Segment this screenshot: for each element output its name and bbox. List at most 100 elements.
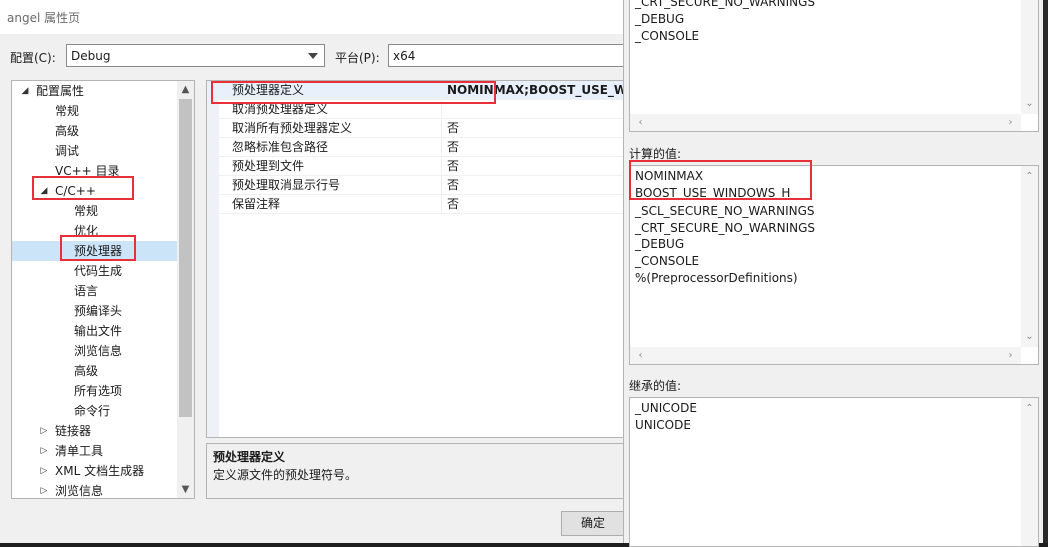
tree-item-precompiled-headers[interactable]: 预编译头 [12, 301, 178, 321]
tree-item-c-cpp[interactable]: ◢ C/C++ [12, 181, 178, 201]
horizontal-scrollbar[interactable]: ‹ › [630, 114, 1021, 131]
tree-item-label: VC++ 目录 [55, 164, 120, 178]
title-bar: angel 属性页 [0, 0, 625, 34]
property-name: 保留注释 [207, 195, 442, 214]
background-edge [1043, 0, 1048, 543]
chevron-up-icon[interactable]: ⌃ [1021, 168, 1038, 185]
settings-tree[interactable]: ◢ 配置属性 常规 高级 调试 VC++ 目录 ◢ C/C++ 常规 优化 预处… [11, 80, 195, 499]
expanded-icon[interactable]: ◢ [19, 81, 31, 101]
chevron-down-icon [308, 53, 318, 59]
definition-line: _CRT_SECURE_NO_WARNINGS [635, 0, 816, 9]
grid-row-preprocess-to-file[interactable]: 预处理到文件 否 [207, 157, 625, 176]
tree-item-linker[interactable]: ▷ 链接器 [12, 421, 178, 441]
chevron-down-icon[interactable]: ▼ [177, 481, 194, 498]
tree-item-browse-information[interactable]: ▷ 浏览信息 [12, 481, 178, 498]
grid-row-keep-comments[interactable]: 保留注释 否 [207, 195, 625, 214]
horizontal-scrollbar[interactable]: ‹ › [630, 347, 1021, 364]
property-value[interactable]: 否 [447, 138, 459, 157]
expanded-icon[interactable]: ◢ [38, 181, 50, 201]
config-value: Debug [71, 49, 111, 63]
property-name: 预处理器定义 [207, 81, 442, 100]
chevron-right-icon[interactable]: › [1002, 114, 1019, 131]
collapsed-icon[interactable]: ▷ [38, 481, 50, 498]
tree-item-output-files[interactable]: 输出文件 [12, 321, 178, 341]
chevron-right-icon[interactable]: › [1002, 347, 1019, 364]
chevron-left-icon[interactable]: ‹ [632, 114, 649, 131]
tree-item-cpp-general[interactable]: 常规 [12, 201, 178, 221]
window-title: angel 属性页 [7, 11, 81, 25]
grid-row-suppress-line-numbers[interactable]: 预处理取消显示行号 否 [207, 176, 625, 195]
chevron-left-icon[interactable]: ‹ [632, 347, 649, 364]
chevron-up-icon[interactable]: ▲ [177, 81, 194, 98]
tree-item-all-options[interactable]: 所有选项 [12, 381, 178, 401]
tree-item-label: 链接器 [55, 424, 92, 438]
tree-item-label: 代码生成 [74, 264, 123, 278]
description-title: 预处理器定义 [213, 450, 286, 464]
tree-item-label: 高级 [55, 124, 80, 138]
tree-item-vc-directories[interactable]: VC++ 目录 [12, 161, 178, 181]
definitions-edit-box[interactable]: _CRT_SECURE_NO_WARNINGS _DEBUG _CONSOLE … [629, 0, 1039, 132]
tree-item-language[interactable]: 语言 [12, 281, 178, 301]
property-grid[interactable]: 预处理器定义 NOMINMAX;BOOST_USE_WIN 取消预处理器定义 取… [206, 80, 625, 438]
grid-row-undefine-all[interactable]: 取消所有预处理器定义 否 [207, 119, 625, 138]
tree-item-preprocessor[interactable]: 预处理器 [12, 241, 178, 261]
computed-values-box[interactable]: NOMINMAX BOOST_USE_WINDOWS_H _SCL_SECURE… [629, 165, 1039, 365]
chevron-down-icon[interactable]: ⌄ [1021, 95, 1038, 112]
tree-item-optimization[interactable]: 优化 [12, 221, 178, 241]
tree-item-label: 优化 [74, 224, 99, 238]
collapsed-icon[interactable]: ▷ [38, 421, 50, 441]
grid-row-undefine-preprocessor[interactable]: 取消预处理器定义 [207, 100, 625, 119]
property-value[interactable]: NOMINMAX;BOOST_USE_WIN [447, 81, 625, 100]
tree-item-general[interactable]: 常规 [12, 101, 178, 121]
description-panel: 预处理器定义 定义源文件的预处理符号。 [206, 443, 625, 499]
tree-item-code-generation[interactable]: 代码生成 [12, 261, 178, 281]
collapsed-icon[interactable]: ▷ [38, 461, 50, 481]
collapsed-icon[interactable]: ▷ [38, 441, 50, 461]
property-name: 预处理到文件 [207, 157, 442, 176]
tree-item-config-properties[interactable]: ◢ 配置属性 [12, 81, 178, 101]
chevron-down-icon[interactable]: ⌄ [1021, 328, 1038, 345]
grid-row-preprocessor-definitions[interactable]: 预处理器定义 NOMINMAX;BOOST_USE_WIN [207, 81, 625, 100]
tree-item-label: 命令行 [74, 404, 111, 418]
tree-item-label: 浏览信息 [55, 484, 104, 498]
tree-item-label: 所有选项 [74, 384, 123, 398]
tree-item-advanced[interactable]: 高级 [12, 121, 178, 141]
tree-item-label: 预编译头 [74, 304, 123, 318]
preprocessor-definitions-popup: _CRT_SECURE_NO_WARNINGS _DEBUG _CONSOLE … [623, 0, 1043, 547]
tree-scrollbar[interactable]: ▲ ▼ [177, 81, 194, 498]
grid-row-ignore-std-include[interactable]: 忽略标准包含路径 否 [207, 138, 625, 157]
property-value[interactable]: 否 [447, 176, 459, 195]
tree-item-cpp-advanced[interactable]: 高级 [12, 361, 178, 381]
vertical-scrollbar[interactable]: ⌄ [1021, 0, 1038, 114]
tree-item-label: 语言 [74, 284, 99, 298]
tree-item-xml-doc-generator[interactable]: ▷ XML 文档生成器 [12, 461, 178, 481]
property-pages-dialog: angel 属性页 配置(C): Debug 平台(P): x64 ◢ 配置属性… [0, 0, 625, 543]
computed-values-label: 计算的值: [629, 147, 682, 161]
tree-item-debugging[interactable]: 调试 [12, 141, 178, 161]
tree-item-label: 输出文件 [74, 324, 123, 338]
description-text: 定义源文件的预处理符号。 [213, 468, 358, 482]
tree-item-command-line[interactable]: 命令行 [12, 401, 178, 421]
chevron-up-icon[interactable]: ⌃ [1021, 400, 1038, 417]
tree-item-browse-info[interactable]: 浏览信息 [12, 341, 178, 361]
vertical-scrollbar[interactable]: ⌃ [1021, 398, 1038, 546]
property-name: 忽略标准包含路径 [207, 138, 442, 157]
platform-dropdown[interactable]: x64 [388, 44, 625, 67]
property-value[interactable]: 否 [447, 119, 459, 138]
definition-line: _CONSOLE [635, 29, 700, 43]
property-name: 取消所有预处理器定义 [207, 119, 442, 138]
tree-item-manifest-tool[interactable]: ▷ 清单工具 [12, 441, 178, 461]
config-dropdown[interactable]: Debug [66, 44, 325, 67]
property-value[interactable]: 否 [447, 195, 459, 214]
computed-line: BOOST_USE_WINDOWS_H [635, 186, 791, 200]
tree-item-label: C/C++ [55, 184, 96, 198]
inherited-line: _UNICODE [635, 401, 697, 415]
computed-line: _SCL_SECURE_NO_WARNINGS [635, 204, 815, 218]
tree-scroll-thumb[interactable] [179, 99, 192, 417]
property-value[interactable]: 否 [447, 157, 459, 176]
inherited-values-box[interactable]: _UNICODE UNICODE ⌃ [629, 397, 1039, 547]
tree-item-label: 浏览信息 [74, 344, 123, 358]
platform-label: 平台(P): [335, 51, 380, 65]
vertical-scrollbar[interactable]: ⌃ ⌄ [1021, 166, 1038, 347]
ok-button[interactable]: 确定 [561, 511, 625, 536]
